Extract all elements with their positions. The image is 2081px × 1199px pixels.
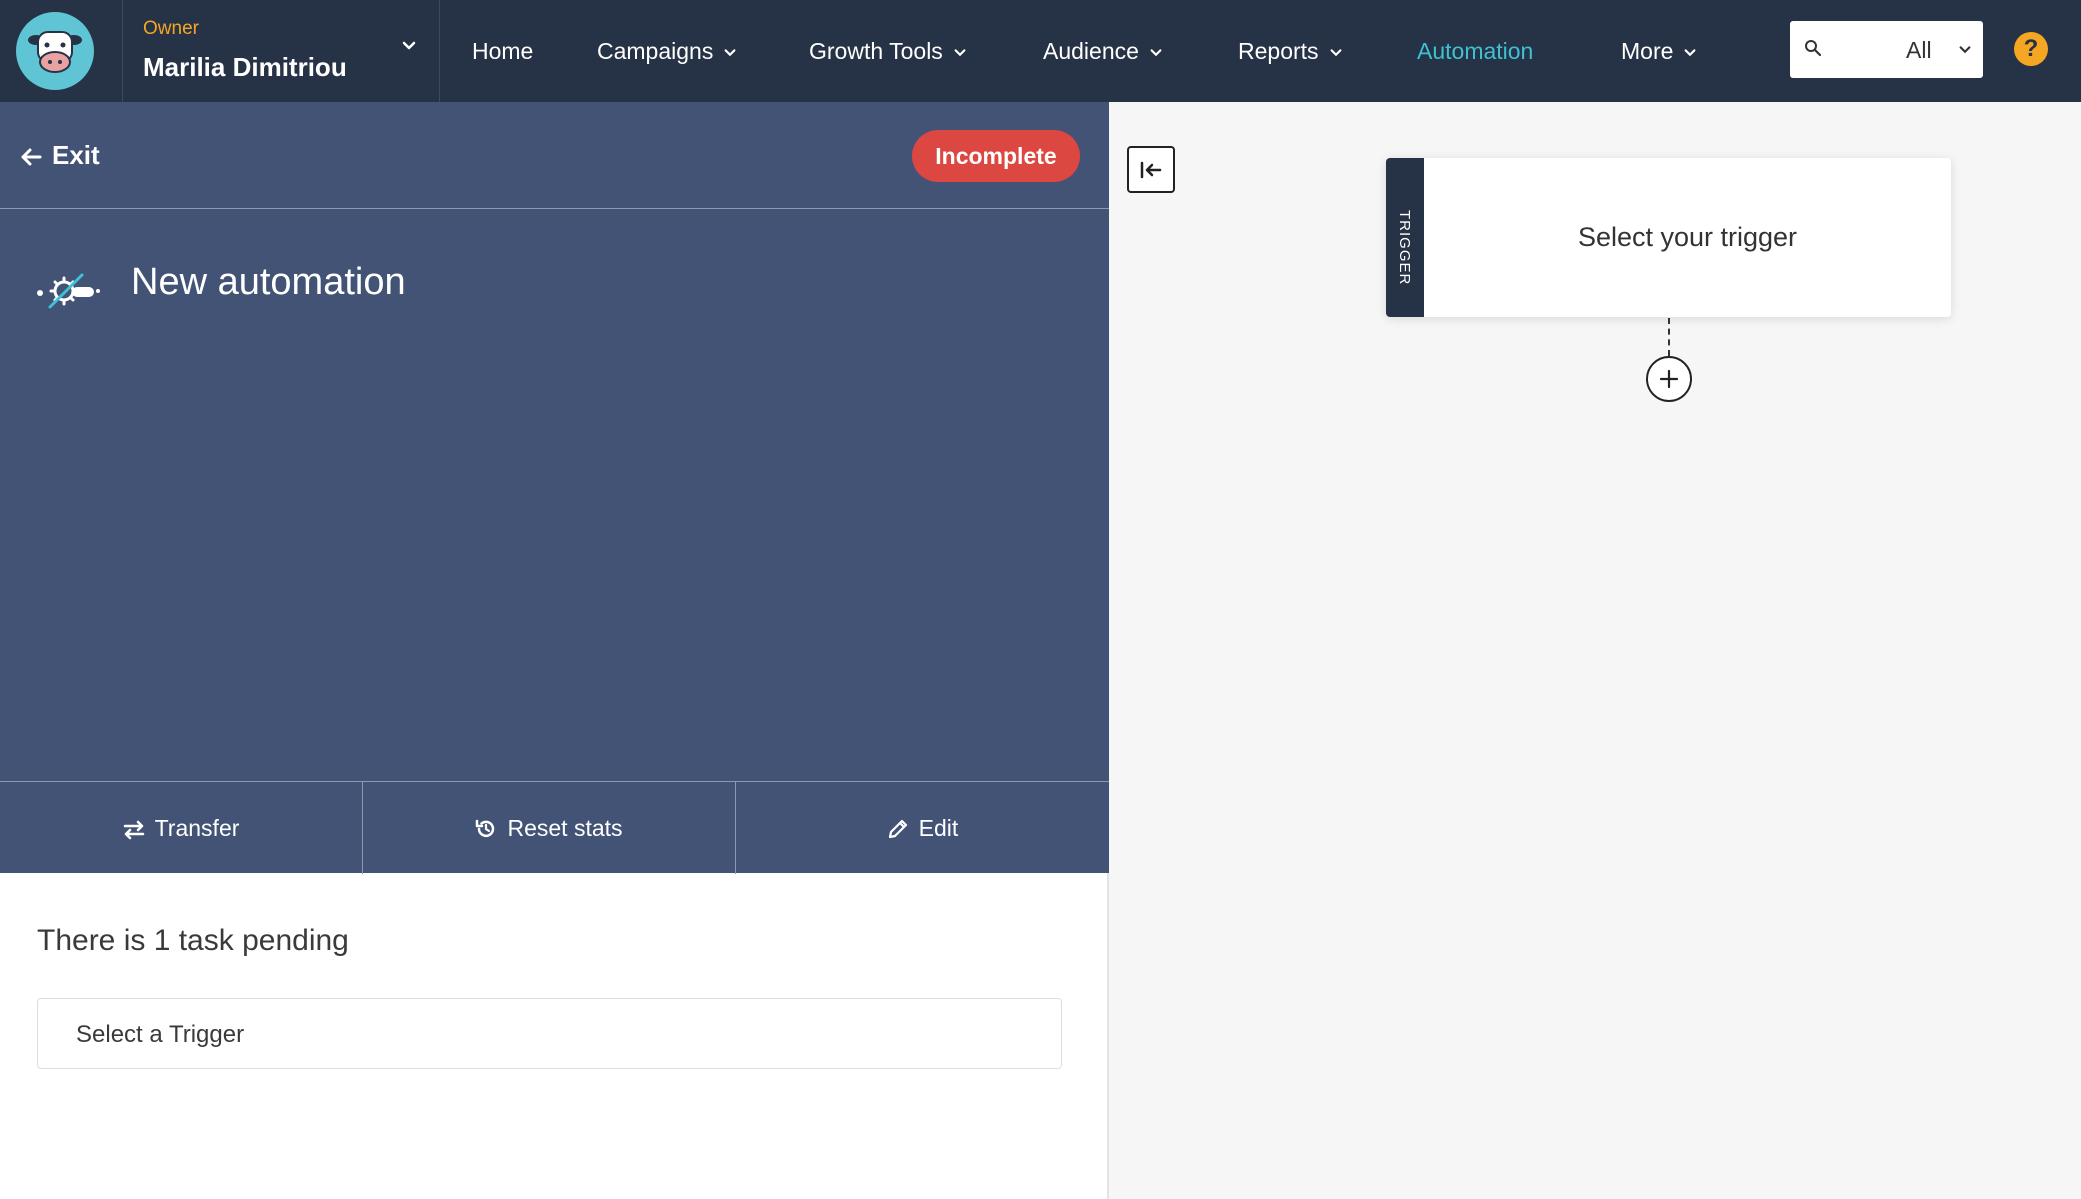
chevron-down-icon	[1959, 46, 1971, 54]
chevron-down-icon	[1684, 49, 1696, 57]
automation-summary: New automation	[0, 209, 1109, 781]
reset-stats-button[interactable]: Reset stats	[363, 782, 736, 874]
nav-automation[interactable]: Automation	[1417, 0, 1533, 102]
status-badge: Incomplete	[912, 130, 1080, 182]
nav-home[interactable]: Home	[472, 0, 533, 102]
chevron-down-icon	[402, 41, 416, 50]
brand-logo[interactable]	[16, 12, 94, 90]
nav-campaigns[interactable]: Campaigns	[597, 0, 737, 102]
select-trigger-text: Select your trigger	[1577, 222, 1798, 252]
search-scope-value: All	[1906, 37, 1932, 63]
trigger-tab: TRIGGER	[1386, 158, 1424, 317]
automation-details-panel: Exit Incomplete New automation Transfer …	[0, 102, 1109, 1199]
cow-mascot-icon	[28, 31, 82, 73]
nav-audience-label: Audience	[1043, 38, 1139, 64]
collapse-panel-button[interactable]	[1127, 146, 1175, 193]
search-icon	[1805, 40, 1822, 57]
chevron-down-icon	[954, 49, 966, 57]
automation-action-bar: Transfer Reset stats Edit	[0, 781, 1109, 874]
chevron-down-icon	[1330, 49, 1342, 57]
reset-stats-label: Reset stats	[507, 815, 623, 841]
history-icon	[476, 819, 495, 838]
edit-label: Edit	[918, 815, 959, 841]
transfer-button[interactable]: Transfer	[0, 782, 363, 874]
automation-title: New automation	[131, 261, 406, 303]
nav-more[interactable]: More	[1621, 0, 1697, 102]
arrow-left-icon	[21, 148, 42, 166]
nav-audience[interactable]: Audience	[1043, 0, 1163, 102]
nav-home-label: Home	[472, 38, 534, 64]
search-scope-dropdown[interactable]: All	[1790, 21, 1983, 78]
nav-growth-tools[interactable]: Growth Tools	[809, 0, 967, 102]
trigger-tab-label: TRIGGER	[1396, 210, 1413, 286]
pending-task-label: Select a Trigger	[76, 1021, 245, 1048]
panel-header: Exit Incomplete	[0, 102, 1109, 209]
account-name: Marilia Dimitriou	[143, 52, 347, 82]
chevron-down-icon	[1150, 49, 1162, 57]
nav-automation-label: Automation	[1417, 38, 1534, 64]
help-icon[interactable]: ?	[2014, 32, 2048, 66]
exit-label: Exit	[52, 140, 100, 170]
transfer-label: Transfer	[154, 815, 240, 841]
plus-icon	[1659, 369, 1679, 389]
account-switcher[interactable]: Owner Marilia Dimitriou	[122, 0, 440, 102]
pencil-icon	[888, 819, 907, 839]
collapse-left-icon	[1140, 161, 1162, 179]
nav-growth-tools-label: Growth Tools	[809, 38, 943, 64]
flow-connector	[1668, 318, 1670, 356]
chevron-down-icon	[724, 49, 736, 57]
transfer-arrows-icon	[123, 820, 144, 840]
nav-reports-label: Reports	[1238, 38, 1319, 64]
add-step-button[interactable]	[1646, 356, 1692, 402]
pending-tasks-text: There is 1 task pending	[37, 924, 349, 957]
trigger-card[interactable]: TRIGGER Select your trigger	[1386, 158, 1951, 317]
edit-button[interactable]: Edit	[736, 782, 1109, 874]
exit-button[interactable]: Exit	[20, 140, 100, 171]
nav-more-label: More	[1621, 38, 1674, 64]
top-navigation-bar: Owner Marilia Dimitriou Home Campaigns G…	[0, 0, 2081, 102]
account-role: Owner	[143, 18, 199, 39]
automation-gear-icon	[37, 273, 100, 309]
pending-task-item[interactable]: Select a Trigger	[37, 998, 1062, 1069]
nav-campaigns-label: Campaigns	[597, 38, 714, 64]
nav-reports[interactable]: Reports	[1238, 0, 1343, 102]
